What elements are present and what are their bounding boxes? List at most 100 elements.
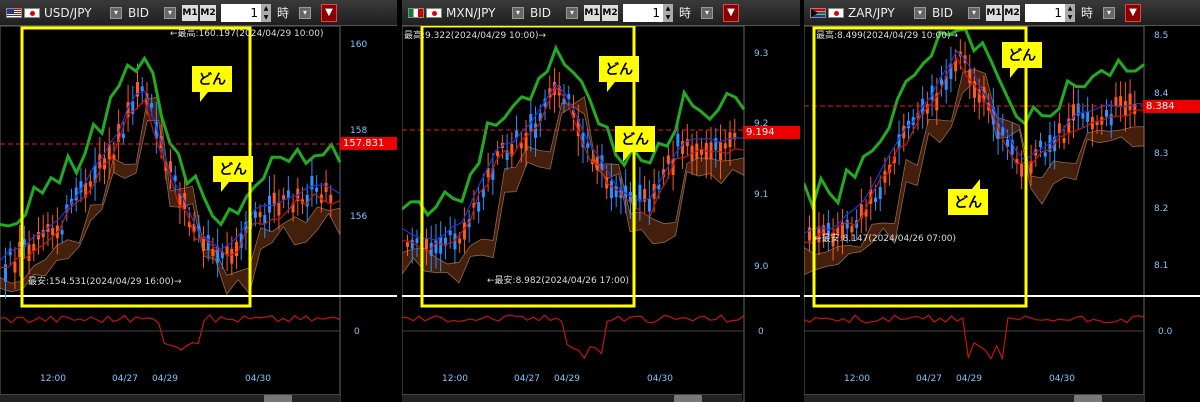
candle-body (424, 238, 428, 250)
candle-body (310, 176, 314, 190)
scrollbar-thumb[interactable] (674, 395, 702, 402)
candle-body (1114, 97, 1118, 107)
currency-pair-label[interactable]: ZAR/JPY (848, 6, 908, 20)
candle-body (1128, 93, 1132, 111)
x-axis-tick-label: 04/30 (1049, 374, 1075, 384)
low-price-label: ←最安:8.147(2024/04/26 07:00) (814, 232, 956, 244)
candle-body (282, 195, 286, 200)
m2-button[interactable]: M2 (602, 4, 618, 21)
candle-body (1062, 138, 1066, 143)
m1-button[interactable]: M1 (584, 4, 600, 21)
timeframe-input[interactable]: 1 (1025, 3, 1065, 22)
price-type-dropdown-icon[interactable]: ▾ (566, 6, 578, 19)
jp-flag-icon (828, 7, 844, 18)
m1-button[interactable]: M1 (182, 4, 198, 21)
candle-body (1081, 113, 1085, 119)
candle-body (496, 151, 500, 157)
plot-area (402, 26, 745, 402)
oscillator-tick-label: 0 (758, 327, 764, 337)
candle-body (253, 211, 257, 218)
pair-dropdown-icon[interactable]: ▾ (914, 6, 926, 19)
chart-scrollbar[interactable] (804, 394, 1144, 402)
candle-body (439, 236, 443, 254)
candle-body (700, 149, 704, 155)
za-flag-icon (810, 7, 826, 18)
candle-body (1109, 113, 1113, 126)
x-axis-tick-label: 04/27 (112, 374, 138, 384)
timeframe-input[interactable]: 1 (623, 3, 663, 22)
price-type-dropdown-icon[interactable]: ▾ (968, 6, 980, 19)
candle-body (434, 240, 438, 254)
chart-scrollbar[interactable] (402, 394, 742, 402)
price-type-dropdown-icon[interactable]: ▾ (164, 6, 176, 19)
chart-scrollbar[interactable] (0, 394, 340, 402)
candle-body (723, 143, 727, 149)
pair-dropdown-icon[interactable]: ▾ (110, 6, 122, 19)
chart-canvas[interactable]: 8.5 8.4 8.3 8.2 8.1 最高:8.499(2024/04/29 10:00… (804, 26, 1200, 402)
timeframe-dropdown-icon[interactable]: ▾ (1103, 6, 1115, 19)
us-flag-icon (6, 7, 22, 18)
pair-dropdown-icon[interactable]: ▾ (512, 6, 524, 19)
x-axis-tick-label: 04/30 (647, 374, 673, 384)
oscillator-tick-label: 0 (354, 327, 360, 337)
candle-body (121, 133, 125, 139)
low-price-label: 最安:154.531(2024/04/29 16:00)→ (28, 275, 182, 287)
m1-button[interactable]: M1 (986, 4, 1002, 21)
candle-body (808, 227, 811, 241)
chart-menu-button[interactable]: ▼ (723, 3, 739, 22)
y-axis-tick-label: 9.1 (754, 190, 768, 200)
price-type-label[interactable]: BID (128, 6, 158, 20)
scrollbar-thumb[interactable] (264, 395, 292, 402)
chart-panel-usdjpy: USD/JPY ▾ BID ▾ M1 M2 1 ▲ ▼ 時 ▾ ▼ 160 158 1… (0, 0, 397, 402)
price-type-label[interactable]: BID (932, 6, 962, 20)
timeframe-spinner-icon[interactable]: ▲ ▼ (1065, 3, 1075, 22)
candle-body (458, 238, 462, 244)
timeframe-dropdown-icon[interactable]: ▾ (701, 6, 713, 19)
candle-body (329, 194, 333, 203)
candle-body (940, 79, 943, 85)
chart-menu-button[interactable]: ▼ (1125, 3, 1141, 22)
candle-body (315, 187, 319, 192)
candle-body (850, 225, 854, 233)
current-price-tag: 157.831 (340, 137, 397, 150)
candle-body (728, 132, 732, 148)
high-price-label: 最高:8.499(2024/04/29 10:00)→ (816, 29, 958, 41)
candle-body (410, 239, 414, 249)
candle-body (709, 142, 713, 160)
candle-body (1029, 161, 1033, 174)
timeframe-spinner-icon[interactable]: ▲ ▼ (261, 3, 271, 22)
x-axis-tick-label: 04/27 (916, 374, 942, 384)
candle-body (1043, 152, 1047, 157)
m2-button[interactable]: M2 (200, 4, 216, 21)
y-axis-tick-label: 156 (350, 212, 367, 222)
scrollbar-thumb[interactable] (1074, 395, 1102, 402)
currency-pair-label[interactable]: MXN/JPY (446, 6, 506, 20)
candle-body (878, 187, 882, 199)
chart-canvas[interactable]: 9.39.29.19.0最高:9.322(2024/04/29 10:00)→←… (402, 26, 800, 402)
timeframe-input[interactable]: 1 (221, 3, 261, 22)
y-axis-tick-label: 8.4 (1154, 89, 1169, 99)
candle-body (1039, 140, 1042, 148)
callout-don-2: どん (213, 156, 253, 192)
timeframe-unit-label: 時 (1081, 6, 1094, 20)
candle-body (1020, 163, 1024, 177)
candle-body (647, 198, 651, 212)
candle-body (586, 143, 590, 148)
candle-body (235, 241, 238, 257)
chart-panel-mxnjpy: MXN/JPY ▾ BID ▾ M1 M2 1 ▲ ▼ 時 ▾ ▼ 9.3 9.2 9… (402, 0, 800, 402)
candle-body (13, 261, 17, 273)
candle-body (51, 228, 55, 236)
timeframe-dropdown-icon[interactable]: ▾ (299, 6, 311, 19)
jp-flag-icon (426, 7, 442, 18)
price-type-label[interactable]: BID (530, 6, 560, 20)
x-axis-tick-label: 04/29 (956, 374, 982, 384)
chart-menu-button[interactable]: ▼ (321, 3, 337, 22)
candle-body (150, 103, 154, 108)
m2-button[interactable]: M2 (1004, 4, 1020, 21)
candle-body (415, 238, 419, 243)
currency-pair-label[interactable]: USD/JPY (44, 6, 104, 20)
x-axis-tick-label: 12:00 (40, 374, 66, 384)
mx-flag-icon (408, 7, 424, 18)
chart-toolbar: MXN/JPY ▾ BID ▾ M1 M2 1 ▲ ▼ 時 ▾ ▼ (402, 0, 800, 26)
timeframe-spinner-icon[interactable]: ▲ ▼ (663, 3, 673, 22)
